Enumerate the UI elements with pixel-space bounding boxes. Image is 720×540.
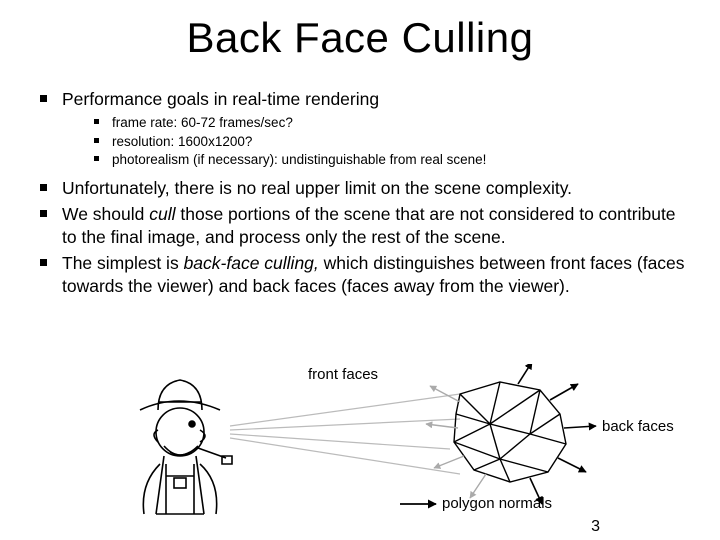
text-em-cull: cull: [149, 204, 175, 224]
bullet-performance: Performance goals in real-time rendering…: [34, 88, 686, 169]
page-title: Back Face Culling: [0, 14, 720, 62]
subbullet-resolution: resolution: 1600x1200?: [94, 133, 686, 151]
label-back-faces: back faces: [602, 418, 674, 435]
mesh-object: [454, 382, 566, 482]
bullet-cull: We should cull those portions of the sce…: [34, 203, 686, 248]
slide: Back Face Culling Performance goals in r…: [0, 14, 720, 540]
text-part: The simplest is: [62, 253, 184, 273]
text-part: We should: [62, 204, 149, 224]
content-block: Performance goals in real-time rendering…: [34, 88, 686, 297]
page-number: 3: [591, 518, 600, 536]
diagram-svg: [130, 364, 690, 524]
text-em-backface: back-face culling,: [184, 253, 319, 273]
bullet-backface: The simplest is back-face culling, which…: [34, 252, 686, 297]
label-front-faces: front faces: [308, 366, 378, 383]
bullet-text: Performance goals in real-time rendering: [62, 89, 379, 109]
subbullet-photorealism: photorealism (if necessary): undistingui…: [94, 151, 686, 169]
label-polygon-normals: polygon normals: [442, 495, 552, 512]
bullet-complexity: Unfortunately, there is no real upper li…: [34, 177, 686, 199]
viewer-icon: [140, 380, 232, 514]
subbullet-framerate: frame rate: 60-72 frames/sec?: [94, 114, 686, 132]
diagram: front faces back faces polygon normals: [130, 364, 690, 524]
